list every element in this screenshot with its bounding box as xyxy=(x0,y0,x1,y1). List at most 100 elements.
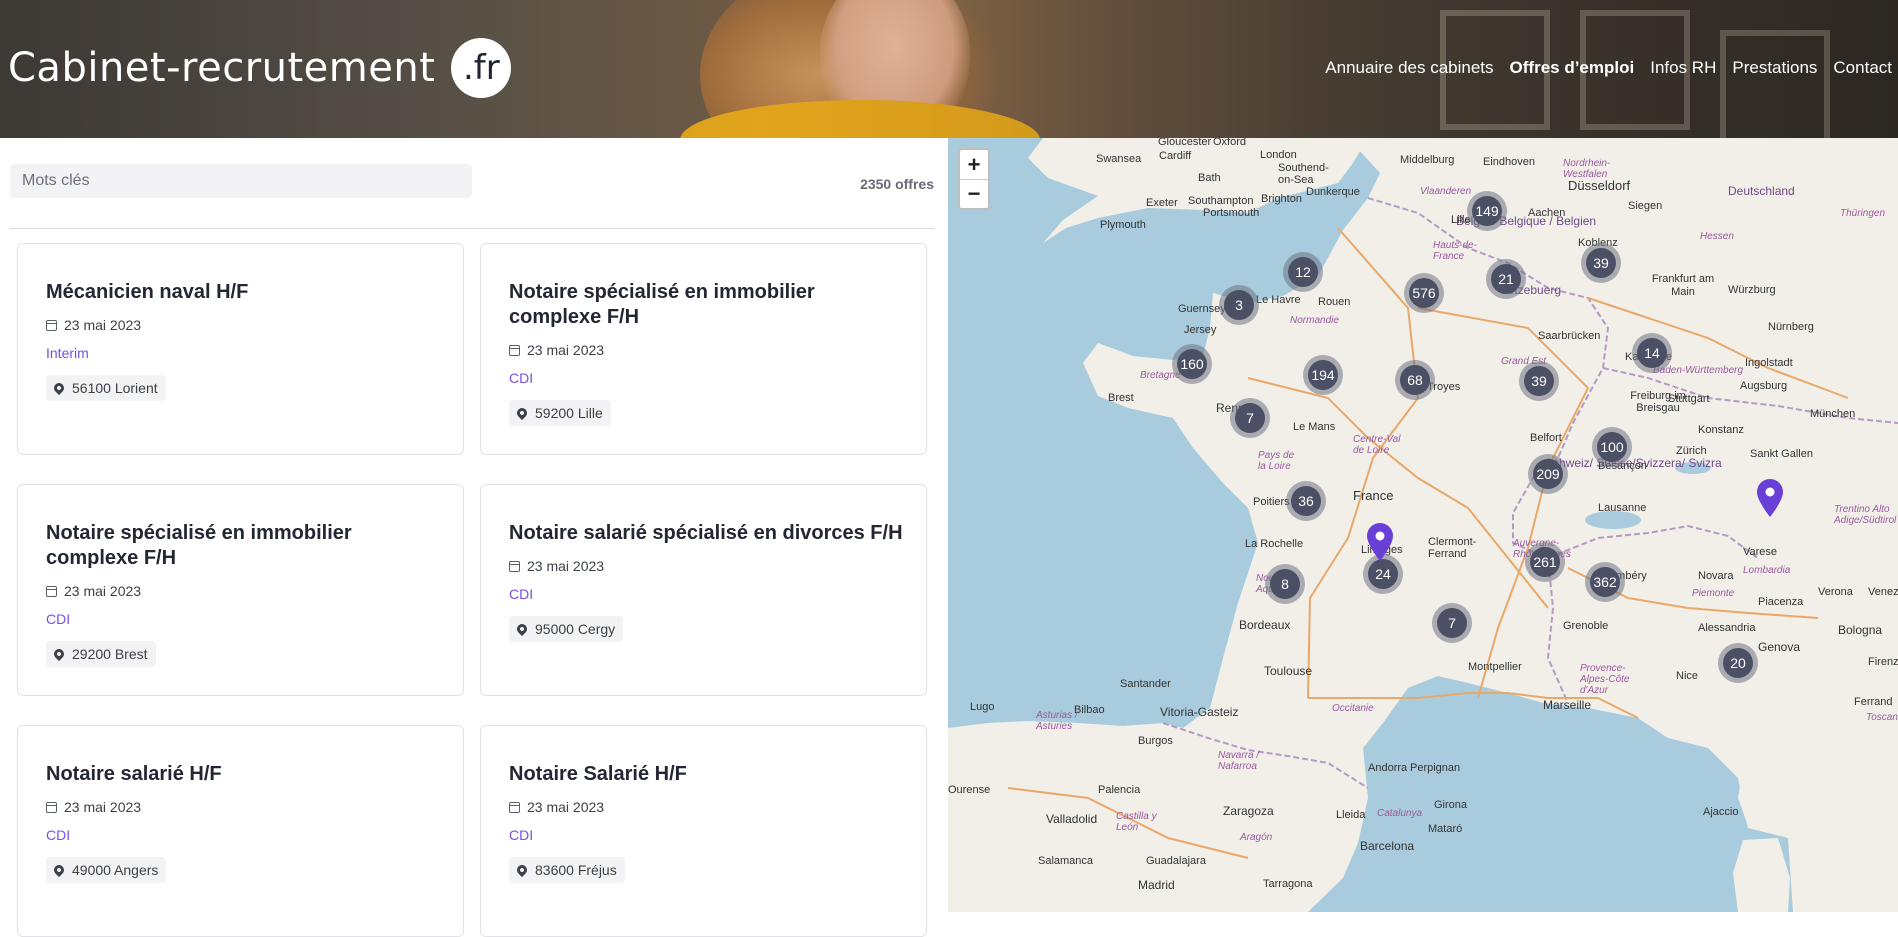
map-cluster[interactable]: 14 xyxy=(1632,333,1672,373)
map-cluster[interactable]: 209 xyxy=(1528,454,1568,494)
city-label: Genova xyxy=(1758,640,1801,654)
city-label: France xyxy=(1353,488,1394,503)
job-card[interactable]: Notaire Salarié H/F 23 mai 2023 CDI 8360… xyxy=(480,725,927,937)
job-card[interactable]: Notaire spécialisé en immobilier complex… xyxy=(17,484,464,696)
city-label: Rouen xyxy=(1318,296,1351,308)
city-label: Vitoria-Gasteiz xyxy=(1160,705,1239,719)
map-cluster[interactable]: 160 xyxy=(1172,344,1212,384)
region-label: Nordrhein-Westfalen xyxy=(1563,158,1611,180)
city-label: Venezia xyxy=(1868,586,1898,598)
region-label: Trentino Alto Adige/Südtirol xyxy=(1834,504,1897,526)
job-title[interactable]: Notaire Salarié H/F xyxy=(509,762,910,787)
site-logo[interactable]: Cabinet-recrutement .fr xyxy=(8,38,512,98)
city-label: Nürnberg xyxy=(1768,321,1814,333)
job-contract: CDI xyxy=(46,827,71,843)
zoom-in-button[interactable]: + xyxy=(960,150,988,179)
map-marker-icon[interactable] xyxy=(1367,523,1393,561)
map-cluster[interactable]: 100 xyxy=(1592,427,1632,467)
map-cluster[interactable]: 3 xyxy=(1219,285,1259,325)
region-label: Aragón xyxy=(1240,832,1273,843)
keywords-input[interactable] xyxy=(10,164,472,198)
city-label: Belfort xyxy=(1530,432,1562,444)
cluster-count: 576 xyxy=(1409,278,1439,308)
map-cluster[interactable]: 149 xyxy=(1467,191,1507,231)
cluster-count: 68 xyxy=(1400,365,1430,395)
map-cluster[interactable]: 21 xyxy=(1486,259,1526,299)
nav-offres[interactable]: Offres d’emploi xyxy=(1510,58,1635,78)
region-label: Hauts-de-France xyxy=(1433,240,1477,262)
zoom-out-button[interactable]: − xyxy=(960,179,988,208)
city-label: Saarbrücken xyxy=(1538,330,1601,342)
map-cluster[interactable]: 8 xyxy=(1265,564,1305,604)
nav-infos-rh[interactable]: Infos RH xyxy=(1650,58,1716,78)
location-pin-icon xyxy=(514,621,530,637)
region-label: Navarra / Nafarroa xyxy=(1218,750,1260,772)
city-label: Düsseldorf xyxy=(1568,178,1631,193)
city-label: Verona xyxy=(1818,586,1853,598)
main-nav: Annuaire des cabinets Offres d’emploi In… xyxy=(1325,58,1892,78)
job-card[interactable]: Notaire spécialisé en immobilier complex… xyxy=(480,243,927,455)
city-label: Grenoble xyxy=(1563,620,1609,632)
location-pin-icon xyxy=(51,380,67,396)
city-label: Poitiers xyxy=(1253,496,1290,508)
city-label: Zürich xyxy=(1676,445,1707,457)
cluster-count: 8 xyxy=(1270,569,1300,599)
job-location: 29200 Brest xyxy=(46,641,156,667)
jobs-map[interactable]: + − België / Belgique / Belgien Letzebue… xyxy=(948,138,1898,912)
job-title[interactable]: Notaire salarié H/F xyxy=(46,762,447,787)
cluster-count: 7 xyxy=(1437,608,1467,638)
job-card[interactable]: Mécanicien naval H/F 23 mai 2023 Interim… xyxy=(17,243,464,455)
cluster-count: 160 xyxy=(1177,349,1207,379)
map-cluster[interactable]: 7 xyxy=(1432,603,1472,643)
cluster-count: 100 xyxy=(1597,432,1627,462)
map-cluster[interactable]: 576 xyxy=(1404,273,1444,313)
map-cluster[interactable]: 36 xyxy=(1286,481,1326,521)
map-cluster[interactable]: 362 xyxy=(1585,562,1625,602)
calendar-icon xyxy=(46,585,57,597)
city-label: Konstanz xyxy=(1698,424,1744,436)
city-label: Le Havre xyxy=(1256,294,1301,306)
city-label: Augsburg xyxy=(1740,380,1788,392)
region-label: Lombardia xyxy=(1743,565,1791,576)
map-cluster[interactable]: 39 xyxy=(1581,243,1621,283)
job-title[interactable]: Notaire salarié spécialisé en divorces F… xyxy=(509,521,910,546)
region-label: Occitanie xyxy=(1332,703,1374,714)
calendar-icon xyxy=(46,801,57,813)
city-label: Portsmouth xyxy=(1203,207,1260,219)
map-marker-icon[interactable] xyxy=(1757,479,1783,517)
city-label: Bordeaux xyxy=(1239,618,1291,632)
map-cluster[interactable]: 20 xyxy=(1718,643,1758,683)
city-label: Ingolstadt xyxy=(1745,357,1793,369)
map-cluster[interactable]: 12 xyxy=(1283,252,1323,292)
map-cluster[interactable]: 7 xyxy=(1230,398,1270,438)
city-label: Oxford xyxy=(1213,138,1247,148)
calendar-icon xyxy=(509,560,520,572)
city-label: Girona xyxy=(1434,799,1468,811)
job-title[interactable]: Notaire spécialisé en immobilier complex… xyxy=(509,280,910,330)
job-title[interactable]: Notaire spécialisé en immobilier complex… xyxy=(46,521,447,571)
city-label: Dunkerque xyxy=(1306,186,1360,198)
nav-annuaire[interactable]: Annuaire des cabinets xyxy=(1325,58,1493,78)
logo-text: Cabinet-recrutement xyxy=(8,45,436,91)
job-contract: CDI xyxy=(509,586,534,602)
job-title[interactable]: Mécanicien naval H/F xyxy=(46,280,447,305)
city-label: Piacenza xyxy=(1758,596,1804,608)
city-label: Eindhoven xyxy=(1483,156,1535,168)
map-cluster[interactable]: 68 xyxy=(1395,360,1435,400)
map-cluster[interactable]: 261 xyxy=(1525,542,1565,582)
job-card[interactable]: Notaire salarié spécialisé en divorces F… xyxy=(480,484,927,696)
location-pin-icon xyxy=(514,405,530,421)
cluster-count: 36 xyxy=(1291,486,1321,516)
cluster-count: 209 xyxy=(1533,459,1563,489)
cluster-count: 39 xyxy=(1586,248,1616,278)
nav-prestations[interactable]: Prestations xyxy=(1732,58,1817,78)
region-label: Catalunya xyxy=(1377,808,1423,819)
nav-contact[interactable]: Contact xyxy=(1833,58,1892,78)
zoom-control: + − xyxy=(958,148,990,210)
job-grid: Mécanicien naval H/F 23 mai 2023 Interim… xyxy=(17,243,927,937)
job-card[interactable]: Notaire salarié H/F 23 mai 2023 CDI 4900… xyxy=(17,725,464,937)
map-cluster[interactable]: 194 xyxy=(1303,355,1343,395)
map-cluster[interactable]: 39 xyxy=(1519,361,1559,401)
cluster-count: 21 xyxy=(1491,264,1521,294)
map-land xyxy=(948,138,1898,912)
